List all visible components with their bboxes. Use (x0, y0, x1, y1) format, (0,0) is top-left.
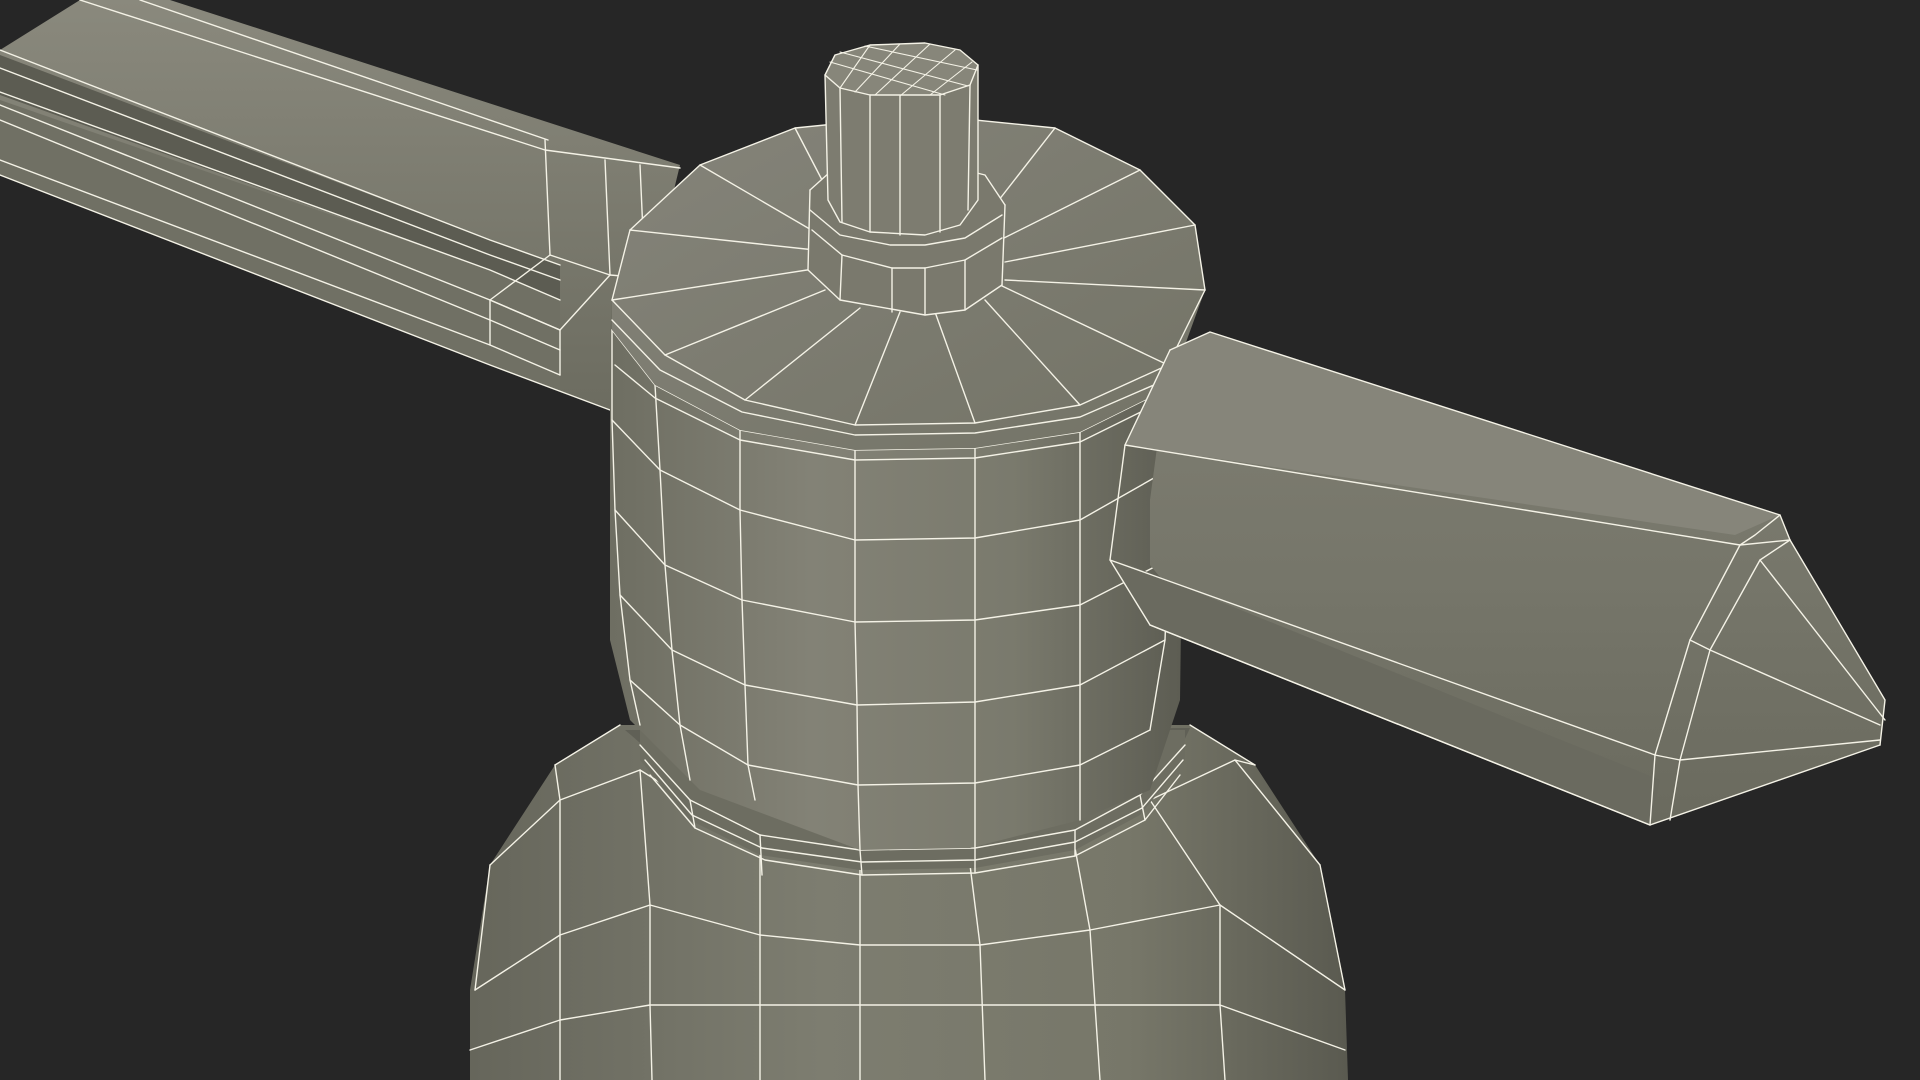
pump-stem (807, 42, 1006, 316)
pump-handle (0, 0, 681, 411)
wireframe-render (0, 0, 1886, 1080)
render-viewport (0, 0, 1920, 1080)
